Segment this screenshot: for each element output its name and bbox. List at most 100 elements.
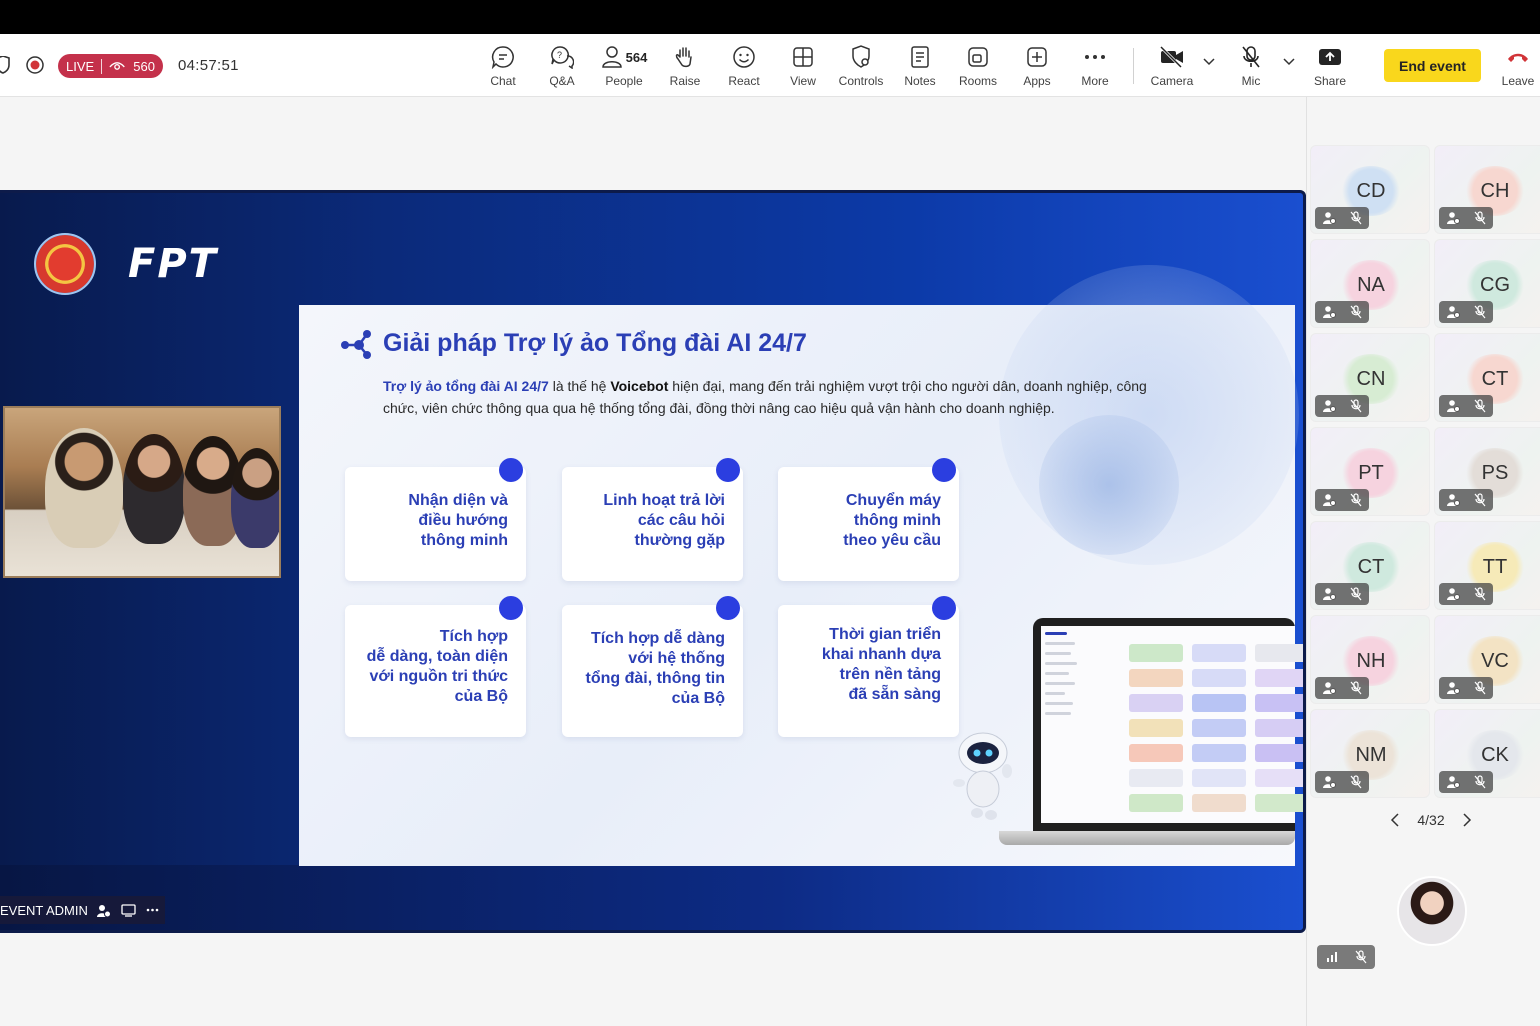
more-button[interactable]: More [1062, 44, 1128, 92]
screen-cell [1255, 719, 1303, 737]
more-options-icon[interactable] [146, 908, 159, 912]
share-button[interactable]: Share [1297, 44, 1363, 92]
network-icon [341, 330, 371, 359]
live-badge-divider [101, 58, 103, 74]
attendee-icon [1323, 494, 1336, 506]
participant-tile[interactable]: CK [1434, 709, 1540, 798]
screen-cell [1129, 719, 1183, 737]
feature-card: Nhận diện và điều hướng thông minh [345, 458, 526, 581]
screen-cell [1129, 644, 1183, 662]
slide-footer-band [0, 865, 1303, 930]
participant-tile[interactable]: CT [1434, 333, 1540, 422]
shield-icon[interactable] [0, 56, 10, 74]
participant-status [1439, 395, 1493, 417]
share-screen-icon [1319, 49, 1341, 65]
qa-button[interactable]: ? Q&A [529, 44, 595, 92]
organizer-icon [96, 904, 111, 917]
participant-tile[interactable]: CG [1434, 239, 1540, 328]
participant-tile[interactable]: NA [1310, 239, 1430, 328]
card-dot [716, 458, 740, 482]
screen-cell [1129, 669, 1183, 687]
participant-tile[interactable]: CT [1310, 521, 1430, 610]
self-view-avatar[interactable] [1397, 876, 1467, 946]
laptop-illustration [1033, 618, 1303, 831]
view-button[interactable]: View [770, 44, 836, 92]
feature-card: Chuyển máy thông minh theo yêu cầu [778, 458, 959, 581]
attendee-icon [1323, 212, 1336, 224]
screen-cell [1192, 769, 1246, 787]
attendee-icon [1323, 776, 1336, 788]
camera-options-chevron-icon[interactable] [1203, 58, 1215, 66]
eye-icon [109, 62, 125, 70]
notes-button[interactable]: Notes [887, 44, 953, 92]
attendee-icon [1447, 212, 1460, 224]
participant-status [1315, 771, 1369, 793]
feature-card: Thời gian triển khai nhanh dựa trên nền … [778, 596, 959, 737]
presenter-name: EVENT ADMIN [0, 902, 88, 918]
screen-cell [1255, 769, 1303, 787]
participant-status [1439, 677, 1493, 699]
attendee-icon [1447, 588, 1460, 600]
screen-cell [1129, 694, 1183, 712]
feature-card: Linh hoạt trả lời các câu hỏi thường gặp [562, 458, 743, 581]
people-label: People [605, 74, 643, 88]
rooms-button[interactable]: Rooms [945, 44, 1011, 92]
participant-tile[interactable]: TT [1434, 521, 1540, 610]
screen-cell [1192, 794, 1246, 812]
shield-gear-icon [852, 45, 870, 68]
attendee-icon [1323, 306, 1336, 318]
card-dot [499, 596, 523, 620]
participant-tile[interactable]: PT [1310, 427, 1430, 516]
mic-off-icon [1355, 950, 1366, 964]
laptop-sidebar [1045, 632, 1085, 817]
controls-button[interactable]: Controls [828, 44, 894, 92]
slide-title: Giải pháp Trợ lý ảo Tổng đài AI 24/7 [383, 329, 807, 357]
record-icon[interactable] [26, 56, 44, 74]
screen-cell [1192, 719, 1246, 737]
people-button[interactable]: 564 People [591, 44, 657, 92]
rooms-icon [968, 47, 988, 67]
slide-description: Trợ lý ảo tổng đài AI 24/7 là thế hệ Voi… [383, 375, 1173, 419]
chat-label: Chat [490, 74, 516, 88]
people-count: 564 [625, 49, 648, 65]
screen-line [1045, 652, 1071, 655]
end-event-button[interactable]: End event [1384, 49, 1481, 82]
chat-icon [491, 46, 514, 69]
raise-hand-button[interactable]: Raise [652, 44, 718, 92]
react-button[interactable]: React [711, 44, 777, 92]
participant-tile[interactable]: NH [1310, 615, 1430, 704]
participant-tile[interactable]: CN [1310, 333, 1430, 422]
participant-tile[interactable]: VC [1434, 615, 1540, 704]
screen-share-small-icon [121, 903, 136, 917]
decor-blob [1039, 415, 1179, 555]
live-badge[interactable]: LIVE 560 [58, 54, 163, 78]
more-icon [1085, 55, 1105, 59]
attendee-icon [1447, 306, 1460, 318]
participant-status [1439, 771, 1493, 793]
chevron-left-icon[interactable] [1390, 813, 1400, 827]
mic-off-icon [1350, 775, 1362, 789]
mic-off-icon [1350, 493, 1362, 507]
participant-tile[interactable]: CD [1310, 145, 1430, 234]
mic-options-chevron-icon[interactable] [1283, 58, 1295, 66]
participant-status [1315, 207, 1369, 229]
person-silhouette [123, 434, 185, 544]
slide-desc-text: là thế hệ [548, 378, 611, 394]
participant-tile[interactable]: NM [1310, 709, 1430, 798]
qa-label: Q&A [549, 74, 575, 88]
mic-button[interactable]: Mic [1218, 44, 1284, 92]
mic-off-icon [1474, 681, 1486, 695]
participant-tile[interactable]: PS [1434, 427, 1540, 516]
apps-button[interactable]: Apps [1004, 44, 1070, 92]
camera-label: Camera [1150, 74, 1194, 88]
notes-label: Notes [904, 74, 936, 88]
camera-button[interactable]: Camera [1139, 44, 1205, 92]
qa-icon: ? [551, 46, 574, 69]
screen-cell [1255, 644, 1303, 662]
card-dot [716, 596, 740, 620]
mic-off-icon [1474, 305, 1486, 319]
leave-button[interactable]: Leave [1485, 44, 1540, 92]
chevron-right-icon[interactable] [1462, 813, 1472, 827]
participant-tile[interactable]: CH [1434, 145, 1540, 234]
chat-button[interactable]: Chat [470, 44, 536, 92]
